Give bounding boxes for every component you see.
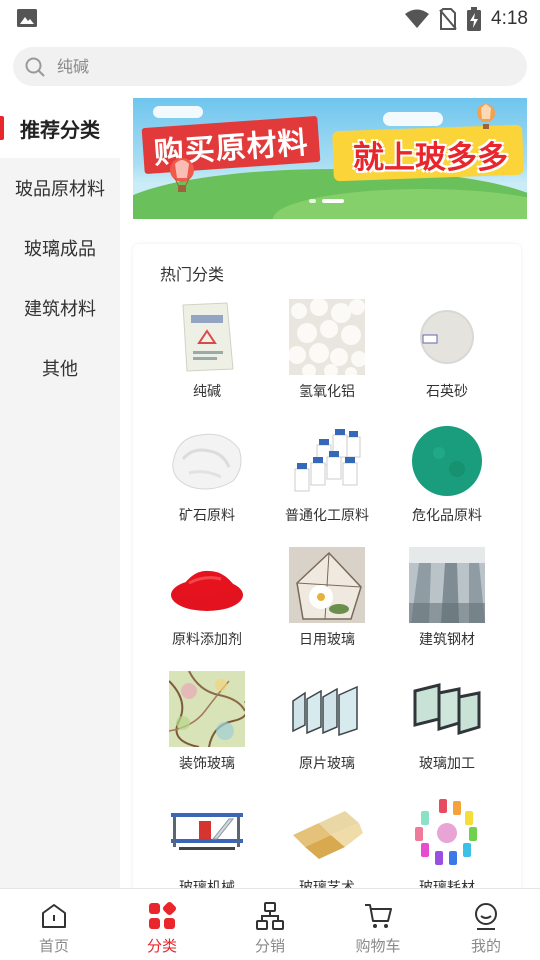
image-icon [17,9,37,27]
hot-categories-card: 热门分类 纯碱 氢氧化铝 石英砂 矿石原料 普通化工原料 危化品原料 原料添加剂… [133,244,521,904]
category-label: 矿石原料 [179,508,235,524]
category-glass-processing[interactable]: 玻璃加工 [387,671,507,795]
ore-rock-image [169,423,245,499]
hot-categories-grid: 纯碱 氢氧化铝 石英砂 矿石原料 普通化工原料 危化品原料 原料添加剂 日用玻璃… [147,299,507,919]
glass-machine-image [169,795,245,871]
glass-terrarium-image [289,547,365,623]
search-icon[interactable] [25,57,45,77]
category-label: 玻璃加工 [419,756,475,772]
hot-categories-title: 热门分类 [160,265,225,284]
category-label: 普通化工原料 [285,508,369,524]
category-label: 纯碱 [193,384,221,400]
category-label: 建筑钢材 [419,632,475,648]
category-label: 原料添加剂 [172,632,242,648]
category-chemicals[interactable]: 普通化工原料 [267,423,387,547]
no-sim-icon [439,8,457,30]
nav-category[interactable]: 分类 [108,889,216,960]
promo-banner[interactable]: 购买原材料 就上玻多多 [133,98,527,219]
sidebar-item-glass-products[interactable]: 玻璃成品 [0,218,120,278]
category-label: 石英砂 [426,384,468,400]
category-label: 氢氧化铝 [299,384,355,400]
category-hazardous-chemicals[interactable]: 危化品原料 [387,423,507,547]
category-label: 危化品原料 [412,508,482,524]
category-soda-ash[interactable]: 纯碱 [147,299,267,423]
sidebar-item-other[interactable]: 其他 [0,338,120,398]
category-icon [149,901,177,929]
insulated-glass-image [409,671,485,747]
glass-sheets-image [289,671,365,747]
hot-air-balloon-icon [477,104,495,129]
sidebar-item-label: 推荐分类 [20,117,100,142]
banner-text-right: 就上玻多多 [353,139,508,176]
nav-home[interactable]: 首页 [0,889,108,960]
chemical-bottles-image [289,423,365,499]
nav-label: 首页 [38,937,69,955]
category-label: 日用玻璃 [299,632,355,648]
banner-pagination [309,199,344,203]
category-ore[interactable]: 矿石原料 [147,423,267,547]
sidebar-item-recommended[interactable]: 推荐分类 [0,98,120,158]
category-label: 装饰玻璃 [179,756,235,772]
sidebar-item-building-materials[interactable]: 建筑材料 [0,278,120,338]
battery-charging-icon [467,7,482,31]
nav-label: 我的 [470,937,501,955]
nav-profile[interactable]: 我的 [432,889,540,960]
nav-label: 分销 [254,937,285,955]
category-additives[interactable]: 原料添加剂 [147,547,267,671]
banner-right-box: 就上玻多多 [338,133,523,176]
search-bar[interactable] [13,47,527,86]
colored-glass-beads-image [409,795,485,871]
sidebar-item-label: 其他 [42,359,78,380]
sidebar-item-label: 玻璃成品 [24,239,96,260]
distribution-icon [256,902,284,930]
red-pigment-image [169,547,245,623]
category-quartz-sand[interactable]: 石英砂 [387,299,507,423]
nav-distribution[interactable]: 分销 [216,889,324,960]
steel-beams-image [409,547,485,623]
nav-label: 购物车 [355,937,401,955]
sidebar-item-raw-materials[interactable]: 玻品原材料 [0,158,120,218]
pagination-dot-active[interactable] [322,199,344,203]
category-sidebar: 推荐分类 玻品原材料 玻璃成品 建筑材料 其他 [0,98,120,888]
category-decorative-glass[interactable]: 装饰玻璃 [147,671,267,795]
category-aluminum-hydroxide[interactable]: 氢氧化铝 [267,299,387,423]
sidebar-item-label: 玻品原材料 [15,179,105,200]
green-granules-image [409,423,485,499]
sidebar-item-label: 建筑材料 [24,299,96,320]
nav-label: 分类 [146,937,177,955]
profile-icon [475,903,497,930]
cart-icon [365,904,392,928]
hot-air-balloon-icon [170,158,194,192]
category-construction-steel[interactable]: 建筑钢材 [387,547,507,671]
status-bar: 4:18 [0,0,540,38]
bottom-navigation: 首页 分类 分销 购物车 我的 [0,888,540,960]
category-label: 原片玻璃 [299,756,355,772]
search-input[interactable] [57,57,477,76]
home-icon [42,904,66,928]
category-float-glass[interactable]: 原片玻璃 [267,671,387,795]
clock: 4:18 [491,8,528,29]
glass-tiles-image [289,795,365,871]
aluminum-hydroxide-image [289,299,365,375]
decorative-glass-image [169,671,245,747]
pagination-dot[interactable] [309,199,316,203]
wifi-icon [405,9,430,28]
nav-cart[interactable]: 购物车 [324,889,432,960]
quartz-sand-image [409,299,485,375]
category-daily-glass[interactable]: 日用玻璃 [267,547,387,671]
soda-ash-bag-image [169,299,245,375]
